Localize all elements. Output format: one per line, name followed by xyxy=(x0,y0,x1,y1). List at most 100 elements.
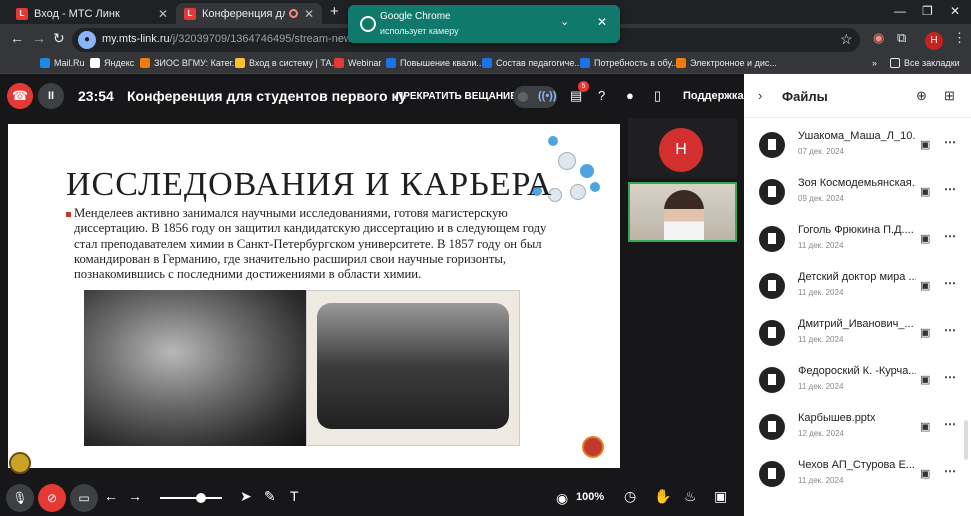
add-file-icon[interactable]: ⊕ xyxy=(916,88,927,104)
file-item[interactable]: Федороский К. -Курча... 11 дек. 2024 ▣ ⋯ xyxy=(744,357,971,403)
camera-notification-popup: Google Chrome использует камеру ⌄ ✕ xyxy=(348,5,620,43)
present-file-icon[interactable]: ▣ xyxy=(920,279,930,292)
reload-icon[interactable]: ↻ xyxy=(53,30,65,47)
bookmark-item[interactable]: Электронное и дис... xyxy=(676,58,777,68)
more-options-icon[interactable]: ⋯ xyxy=(944,417,956,431)
doc-icon xyxy=(386,58,396,68)
hang-up-button[interactable]: ☎ xyxy=(7,83,33,109)
university-logo-icon xyxy=(9,452,31,474)
bookmark-star-icon[interactable]: ☆ xyxy=(840,31,853,48)
bookmark-item[interactable]: Webinar xyxy=(334,58,381,68)
pen-icon[interactable]: ✎ xyxy=(264,488,276,505)
new-tab-button[interactable]: + xyxy=(330,3,339,20)
file-item[interactable]: Зоя Космодемьянская... 09 дек. 2024 ▣ ⋯ xyxy=(744,169,971,215)
more-options-icon[interactable]: ⋯ xyxy=(944,182,956,196)
more-options-icon[interactable]: ⋯ xyxy=(944,135,956,149)
reaction-icon[interactable]: ♨ xyxy=(684,488,697,505)
present-file-icon[interactable]: ▣ xyxy=(920,232,930,245)
bookmark-item[interactable]: Состав педагогиче... xyxy=(482,58,582,68)
present-file-icon[interactable]: ▣ xyxy=(920,185,930,198)
mendeleev-portrait-image xyxy=(84,290,306,446)
bookmarks-bar: Mail.Ru Яндекс ЗИОС ВГМУ: Катег... Вход … xyxy=(0,56,971,74)
extension-icon[interactable]: ◉ xyxy=(873,30,884,46)
bookmark-item[interactable]: Повышение квали... xyxy=(386,58,484,68)
more-options-icon[interactable]: ⋯ xyxy=(944,276,956,290)
participants-icon[interactable]: ● xyxy=(626,88,634,103)
collapse-panel-icon[interactable]: › xyxy=(758,88,762,103)
slide-control-button[interactable] xyxy=(582,436,604,458)
more-bookmarks-icon[interactable]: » xyxy=(872,58,877,68)
close-tab-icon[interactable]: ✕ xyxy=(304,7,314,21)
present-file-icon[interactable]: ▣ xyxy=(920,326,930,339)
question-icon[interactable]: ? xyxy=(598,88,605,103)
bookmark-item[interactable]: Яндекс xyxy=(90,58,134,68)
slider-thumb[interactable] xyxy=(196,493,206,503)
more-options-icon[interactable]: ⋯ xyxy=(944,464,956,478)
support-button[interactable]: Поддержка xyxy=(683,90,744,102)
bookmark-item[interactable]: Вход в систему | ТА... xyxy=(235,58,339,68)
next-slide-icon[interactable]: → xyxy=(128,488,142,504)
forward-icon[interactable]: → xyxy=(32,30,46,46)
document-icon[interactable]: ▯ xyxy=(654,88,661,104)
file-name: Гоголь Фрюкина П.Д.... xyxy=(798,224,914,236)
stop-broadcast-button[interactable]: ПРЕКРАТИТЬ ВЕЩАНИЕ xyxy=(396,91,517,102)
present-file-icon[interactable]: ▣ xyxy=(920,373,930,386)
participant-tile[interactable]: Н xyxy=(628,118,737,178)
timer-icon[interactable]: ◷ xyxy=(624,488,636,505)
zoom-level[interactable]: 100% xyxy=(576,491,604,503)
raise-hand-icon[interactable]: ✋ xyxy=(654,488,671,505)
present-file-icon[interactable]: ▣ xyxy=(920,420,930,433)
file-item[interactable]: Ушакома_Маша_Л_10... 07 дек. 2024 ▣ ⋯ xyxy=(744,122,971,168)
zios-icon xyxy=(140,58,150,68)
file-item[interactable]: Гоголь Фрюкина П.Д.... 11 дек. 2024 ▣ ⋯ xyxy=(744,216,971,262)
close-tab-icon[interactable]: ✕ xyxy=(158,7,168,21)
files-scrollbar[interactable] xyxy=(964,420,968,460)
all-bookmarks[interactable]: Все закладки xyxy=(890,58,960,68)
grid-view-icon[interactable]: ⊞ xyxy=(944,88,955,104)
text-tool-icon[interactable]: T xyxy=(290,488,299,504)
camera-video-tile[interactable] xyxy=(628,182,737,242)
file-date: 11 дек. 2024 xyxy=(798,382,844,391)
file-item[interactable]: Детский доктор мира ... 11 дек. 2024 ▣ ⋯ xyxy=(744,263,971,309)
file-name: Чехов АП_Стурова Е... xyxy=(798,459,915,471)
back-icon[interactable]: ← xyxy=(10,30,24,46)
present-file-icon[interactable]: ▣ xyxy=(920,138,930,151)
pause-button[interactable]: II xyxy=(38,83,64,109)
layout-icon[interactable]: ▣ xyxy=(714,488,727,505)
file-item[interactable]: Дмитрий_Иванович_... 11 дек. 2024 ▣ ⋯ xyxy=(744,310,971,356)
profile-avatar[interactable]: Н xyxy=(925,32,943,50)
broadcast-toggle[interactable]: ((•)) xyxy=(513,86,557,108)
present-file-icon[interactable]: ▣ xyxy=(920,467,930,480)
restore-icon[interactable]: ❐ xyxy=(922,4,933,18)
bookmark-item[interactable]: ЗИОС ВГМУ: Катег... xyxy=(140,58,239,68)
previous-slide-icon[interactable]: ← xyxy=(104,488,118,504)
signal-icon: ((•)) xyxy=(538,90,557,102)
file-item[interactable]: Карбышев.pptx 12 дек. 2024 ▣ ⋯ xyxy=(744,404,971,450)
close-window-icon[interactable]: ✕ xyxy=(950,4,960,18)
microphone-button[interactable]: 🎙 xyxy=(6,484,34,512)
bookmark-item[interactable]: Mail.Ru xyxy=(40,58,85,68)
chrome-menu-icon[interactable]: ⋮ xyxy=(953,30,966,46)
slide-title: ИССЛЕДОВАНИЯ И КАРЬЕРА xyxy=(66,166,553,203)
extensions-puzzle-icon[interactable]: ⧉ xyxy=(897,30,906,46)
pointer-icon[interactable]: ➤ xyxy=(240,488,252,505)
more-options-icon[interactable]: ⋯ xyxy=(944,323,956,337)
screen-share-button[interactable]: ▭ xyxy=(70,484,98,512)
browser-tab-conference[interactable]: L Конференция для студентов ✕ xyxy=(176,3,322,24)
bookmark-item[interactable]: Потребность в обу... xyxy=(580,58,679,68)
chevron-down-icon[interactable]: ⌄ xyxy=(560,15,569,28)
file-icon xyxy=(759,461,785,487)
browser-tab-login[interactable]: L Вход - МТС Линк ✕ xyxy=(8,3,176,24)
folder-icon xyxy=(890,58,900,68)
popup-subtitle: использует камеру xyxy=(380,26,459,36)
volume-slider[interactable] xyxy=(160,493,222,503)
file-item[interactable]: Чехов АП_Стурова Е... 11 дек. 2024 ▣ ⋯ xyxy=(744,451,971,497)
close-icon[interactable]: ✕ xyxy=(597,15,607,29)
popup-title: Google Chrome xyxy=(380,11,451,22)
more-options-icon[interactable]: ⋯ xyxy=(944,229,956,243)
camera-indicator-icon xyxy=(360,16,376,32)
mic-permission-icon[interactable]: ● xyxy=(78,31,96,49)
camera-off-button[interactable]: ⊘ xyxy=(38,484,66,512)
minimize-icon[interactable]: — xyxy=(894,4,906,18)
more-options-icon[interactable]: ⋯ xyxy=(944,370,956,384)
